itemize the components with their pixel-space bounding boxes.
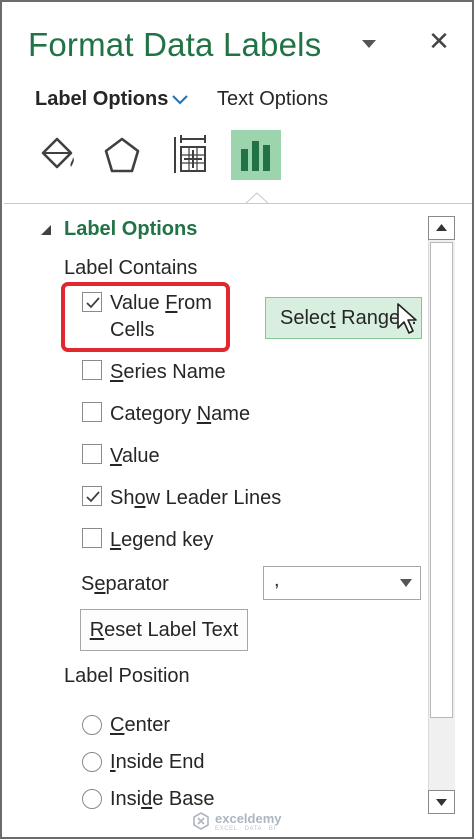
radio-inside-base[interactable] xyxy=(82,789,102,809)
bar-chart-icon xyxy=(241,141,270,171)
label-options-tab[interactable] xyxy=(231,130,281,180)
separator-label: Separator xyxy=(81,573,169,595)
checkbox-series-name[interactable] xyxy=(82,360,102,380)
dropdown-arrow-icon xyxy=(400,579,412,587)
divider xyxy=(4,203,472,204)
radio-center[interactable] xyxy=(82,715,102,735)
checkbox-label-value: Value xyxy=(110,445,160,467)
checkbox-label-legend-key: Legend key xyxy=(110,529,214,551)
scroll-up-button[interactable] xyxy=(428,216,455,240)
mouse-cursor-icon xyxy=(397,303,417,334)
watermark-brand: exceldemy xyxy=(215,810,282,826)
scroll-down-button[interactable] xyxy=(428,790,455,814)
tab-label-options[interactable]: Label Options xyxy=(35,88,168,111)
checkbox-label-show-leader-lines: Show Leader Lines xyxy=(110,487,282,509)
checkbox-value-from-cells[interactable] xyxy=(82,292,102,312)
collapse-triangle-icon[interactable] xyxy=(40,224,52,236)
checkbox-show-leader-lines[interactable] xyxy=(82,486,102,506)
effects-tab[interactable] xyxy=(97,130,147,180)
tab-text-options[interactable]: Text Options xyxy=(217,88,328,111)
pane-title: Format Data Labels xyxy=(28,26,322,63)
checkbox-legend-key[interactable] xyxy=(82,528,102,548)
checkbox-value[interactable] xyxy=(82,444,102,464)
scrollbar-thumb[interactable] xyxy=(430,242,453,718)
close-icon[interactable]: ✕ xyxy=(426,28,452,54)
separator-value: , xyxy=(274,569,280,591)
watermark: exceldemy EXCEL · DATA · BI xyxy=(192,807,282,835)
format-data-labels-pane: Format Data Labels ✕ Label Options Text … xyxy=(0,0,474,839)
checkmark-icon xyxy=(86,297,100,309)
radio-label-inside-end: Inside End xyxy=(110,751,205,773)
separator-dropdown[interactable]: , xyxy=(263,566,421,600)
checkmark-icon xyxy=(86,491,100,503)
arrow-up-icon xyxy=(436,224,447,231)
checkbox-label-value-from-cells-line2: Cells xyxy=(110,319,155,341)
checkbox-label-category-name: Category Name xyxy=(110,403,251,425)
label-contains-heading: Label Contains xyxy=(64,257,198,279)
checkbox-category-name[interactable] xyxy=(82,402,102,422)
reset-label-text-button[interactable]: Reset Label Text xyxy=(80,609,248,651)
pane-options-dropdown-icon[interactable] xyxy=(358,36,380,52)
checkbox-label-value-from-cells: Value From xyxy=(110,292,212,314)
paint-bucket-icon xyxy=(41,137,74,169)
label-position-heading: Label Position xyxy=(64,665,190,687)
exceldemy-logo-icon xyxy=(193,812,209,830)
pentagon-icon xyxy=(104,137,140,173)
radio-inside-end[interactable] xyxy=(82,752,102,772)
arrow-down-icon xyxy=(436,799,447,806)
section-title-label-options[interactable]: Label Options xyxy=(64,218,197,241)
size-properties-icon xyxy=(174,135,206,173)
chevron-down-icon[interactable] xyxy=(170,92,190,108)
radio-label-center: Center xyxy=(110,714,171,736)
watermark-tagline: EXCEL · DATA · BI xyxy=(215,825,276,832)
checkbox-label-series-name: Series Name xyxy=(110,361,226,383)
fill-line-tab[interactable] xyxy=(32,130,82,180)
size-properties-tab[interactable] xyxy=(164,130,214,180)
